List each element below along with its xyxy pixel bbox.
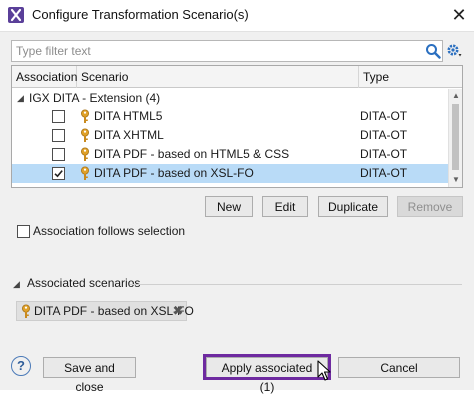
association-checkbox[interactable] xyxy=(52,110,65,123)
group-row[interactable]: ◢ IGX DITA - Extension (4) xyxy=(12,89,448,107)
apply-associated-button[interactable]: Apply associated (1) xyxy=(206,357,328,394)
table-row[interactable]: DITA PDF - based on HTML5 & CSS DITA-OT xyxy=(12,145,448,164)
table-row-selected[interactable]: DITA PDF - based on XSL-FO DITA-OT xyxy=(12,164,448,183)
duplicate-button[interactable]: Duplicate xyxy=(318,196,388,217)
scenario-type: DITA-OT xyxy=(360,128,408,142)
chip-label: DITA PDF - based on XSL-FO xyxy=(34,304,194,318)
filter-box xyxy=(11,40,443,62)
mouse-pointer-icon xyxy=(317,360,331,381)
app-icon xyxy=(8,7,24,23)
table-row[interactable]: DITA HTML5 DITA-OT xyxy=(12,107,448,126)
scenario-type: DITA-OT xyxy=(360,147,408,161)
filter-input[interactable] xyxy=(12,41,412,61)
associated-scenario-chip: DITA PDF - based on XSL-FO ✖ xyxy=(16,301,194,321)
key-icon xyxy=(80,128,90,143)
column-header-association[interactable]: Association xyxy=(12,66,77,88)
collapse-triangle-icon[interactable]: ◢ xyxy=(13,279,20,290)
help-icon[interactable]: ? xyxy=(11,356,31,376)
association-follows-selection-label[interactable]: Association follows selection xyxy=(33,224,185,238)
gear-icon[interactable] xyxy=(446,42,464,60)
section-divider xyxy=(130,284,462,285)
vertical-scrollbar[interactable]: ▲ ▼ xyxy=(448,89,462,187)
association-checkbox[interactable] xyxy=(52,148,65,161)
scenario-name: DITA HTML5 xyxy=(94,109,163,123)
column-header-type[interactable]: Type xyxy=(359,66,462,88)
scroll-down-arrow-icon[interactable]: ▼ xyxy=(449,173,462,187)
association-follows-selection-checkbox[interactable] xyxy=(17,225,30,238)
close-icon[interactable]: ✖ xyxy=(171,302,185,320)
save-and-close-button[interactable]: Save and close xyxy=(43,357,136,394)
scenario-name: DITA PDF - based on HTML5 & CSS xyxy=(94,147,290,161)
key-icon xyxy=(80,166,90,181)
checkmark-icon xyxy=(54,170,63,178)
title-bar: Configure Transformation Scenario(s) ✕ xyxy=(0,0,474,32)
new-button[interactable]: New xyxy=(205,196,253,217)
key-icon xyxy=(80,147,90,162)
association-checkbox[interactable] xyxy=(52,167,65,180)
association-checkbox[interactable] xyxy=(52,129,65,142)
key-icon xyxy=(80,109,90,124)
dialog-title: Configure Transformation Scenario(s) xyxy=(32,7,249,22)
scenario-type: DITA-OT xyxy=(360,109,408,123)
cancel-button[interactable]: Cancel xyxy=(338,357,460,378)
scroll-up-arrow-icon[interactable]: ▲ xyxy=(449,89,462,103)
group-label: IGX DITA - Extension (4) xyxy=(29,91,161,105)
edit-button[interactable]: Edit xyxy=(262,196,308,217)
collapse-triangle-icon[interactable]: ◢ xyxy=(17,89,27,107)
key-icon xyxy=(21,304,31,319)
column-header-scenario[interactable]: Scenario xyxy=(77,66,359,88)
scenario-type: DITA-OT xyxy=(360,166,408,180)
scrollbar-thumb[interactable] xyxy=(452,104,459,170)
associated-scenarios-title: Associated scenarios xyxy=(27,276,141,290)
search-icon[interactable] xyxy=(425,43,441,59)
scenario-name: DITA PDF - based on XSL-FO xyxy=(94,166,254,180)
scenario-name: DITA XHTML xyxy=(94,128,164,142)
configure-scenarios-dialog: Configure Transformation Scenario(s) ✕ A… xyxy=(0,0,474,394)
table-header: Association Scenario Type xyxy=(12,66,462,88)
scenarios-table: Association Scenario Type ◢ IGX DITA - E… xyxy=(11,65,463,188)
close-window-button[interactable]: ✕ xyxy=(448,4,470,26)
remove-button[interactable]: Remove xyxy=(397,196,463,217)
table-row[interactable]: DITA XHTML DITA-OT xyxy=(12,126,448,145)
